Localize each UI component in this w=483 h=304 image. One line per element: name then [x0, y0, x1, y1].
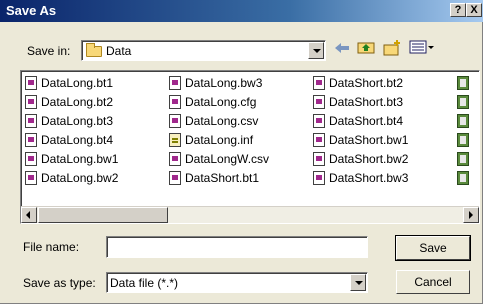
program-file-icon — [457, 95, 469, 109]
file-name: DataLong.bt3 — [41, 114, 114, 128]
file-name: DataLong.inf — [185, 133, 254, 147]
file-name: DataShort.bt1 — [185, 171, 260, 185]
folder-icon — [86, 43, 102, 57]
data-file-icon — [313, 95, 325, 109]
view-menu-icon[interactable] — [408, 40, 436, 58]
file-name: DataLong.bw2 — [41, 171, 119, 185]
scroll-thumb[interactable] — [38, 207, 168, 223]
save-as-type-combo[interactable]: Data file (*.*) — [106, 272, 368, 293]
chevron-down-icon[interactable] — [350, 274, 366, 291]
data-file-icon — [25, 76, 37, 90]
file-name: DataShort.bw2 — [329, 152, 409, 166]
file-name-label: File name: — [23, 240, 80, 254]
file-name: DataLong.bw1 — [41, 152, 119, 166]
program-file-icon — [457, 171, 469, 185]
file-name: DataLong.bw3 — [185, 76, 263, 90]
save-as-type-label: Save as type: — [23, 276, 96, 290]
horizontal-scrollbar[interactable] — [21, 206, 479, 223]
data-file-icon — [25, 114, 37, 128]
file-list[interactable]: DataLong.bt1 DataLong.bt2 DataLong.bt3 Data… — [20, 70, 480, 224]
up-folder-icon[interactable] — [356, 40, 376, 58]
data-file-icon — [25, 171, 37, 185]
file-name: DataLong.cfg — [185, 95, 257, 109]
file-name-input[interactable] — [106, 236, 368, 258]
window-title: Save As — [6, 3, 57, 18]
program-file-icon — [457, 76, 469, 90]
data-file-icon — [313, 114, 325, 128]
data-file-icon — [169, 76, 181, 90]
data-file-icon — [169, 152, 181, 166]
title-bar[interactable]: Save As ? X — [0, 0, 483, 22]
file-name: DataLongW.csv — [185, 152, 270, 166]
save-button[interactable]: Save — [395, 235, 471, 261]
file-name: DataLong.bt1 — [41, 76, 114, 90]
save-in-combo[interactable]: Data — [81, 40, 326, 61]
back-arrow-icon[interactable] — [332, 40, 352, 58]
file-name: DataShort.bw1 — [329, 133, 409, 147]
file-name: DataShort.bt3 — [329, 95, 404, 109]
data-file-icon — [313, 133, 325, 147]
data-file-icon — [25, 133, 37, 147]
program-file-icon — [457, 133, 469, 147]
file-name: DataLong.bt2 — [41, 95, 114, 109]
data-file-icon — [313, 171, 325, 185]
data-file-icon — [313, 76, 325, 90]
data-file-icon — [25, 152, 37, 166]
file-name: DataShort.bw3 — [329, 171, 409, 185]
program-file-icon — [457, 152, 469, 166]
file-name: DataLong.bt4 — [41, 133, 114, 147]
cancel-button[interactable]: Cancel — [396, 270, 470, 294]
data-file-icon — [313, 152, 325, 166]
close-button[interactable]: X — [466, 3, 482, 17]
scroll-left-button[interactable] — [21, 207, 37, 223]
save-in-label: Save in: — [27, 44, 71, 58]
save-in-value: Data — [106, 44, 132, 58]
chevron-down-icon[interactable] — [308, 42, 324, 59]
data-file-icon — [169, 95, 181, 109]
data-file-icon — [169, 171, 181, 185]
data-file-icon — [169, 114, 181, 128]
program-file-icon — [457, 114, 469, 128]
scroll-right-button[interactable] — [463, 207, 479, 223]
help-button[interactable]: ? — [450, 3, 466, 17]
config-file-icon — [169, 133, 181, 147]
file-name: DataShort.bt4 — [329, 114, 404, 128]
save-as-type-value: Data file (*.*) — [110, 276, 179, 290]
data-file-icon — [25, 95, 37, 109]
save-as-dialog: Save As ? X Save in: Data DataLong.bt1 Da… — [0, 0, 483, 304]
file-name: DataLong.csv — [185, 114, 259, 128]
new-folder-icon[interactable] — [382, 40, 402, 58]
file-name: DataShort.bt2 — [329, 76, 404, 90]
